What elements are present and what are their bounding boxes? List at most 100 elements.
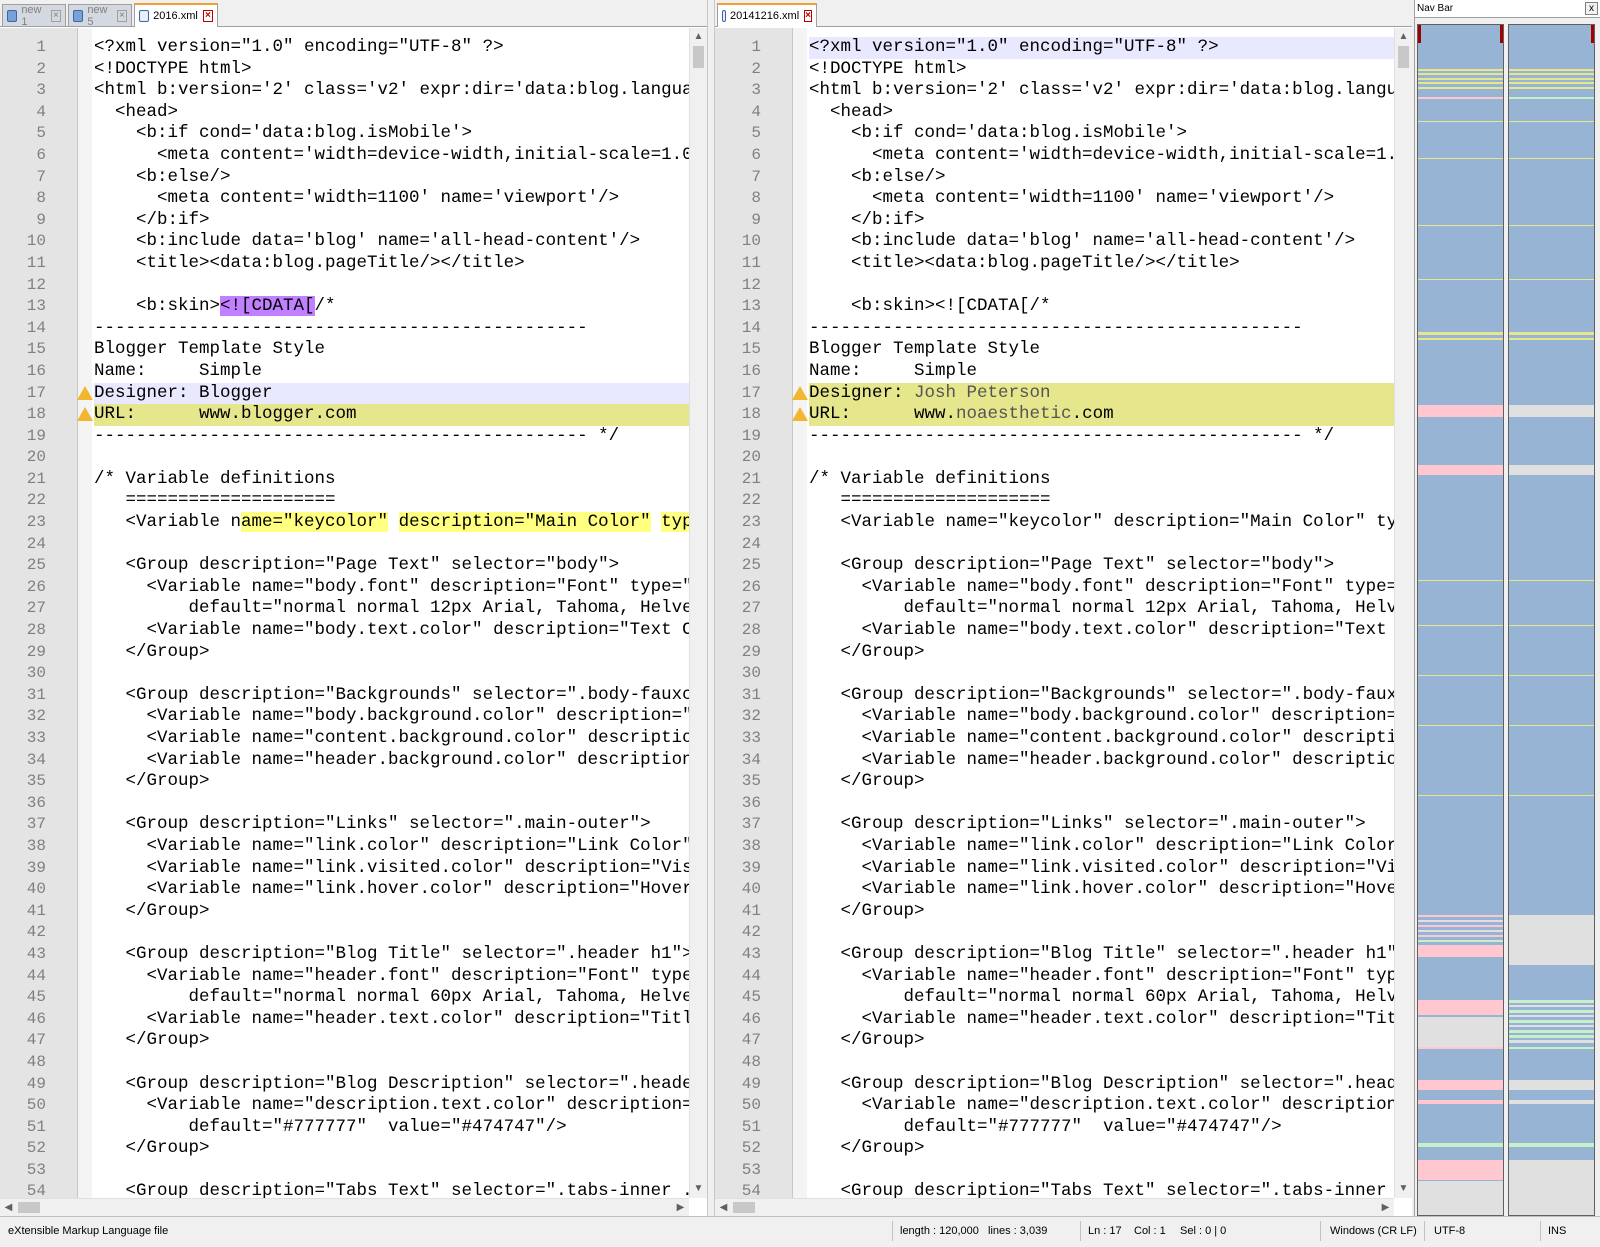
code-line[interactable]: 30 <box>0 663 689 685</box>
code-line[interactable]: 16 Name: Simple <box>715 361 1394 383</box>
code-line[interactable]: 44 <Variable name="header.font" descript… <box>715 966 1394 988</box>
viewport-marker[interactable] <box>1418 25 1421 43</box>
code-line[interactable]: 9 </b:if> <box>715 210 1394 232</box>
scroll-up-icon[interactable]: ▲ <box>1395 28 1412 46</box>
code-line[interactable]: 6 <meta content='width=device-width,init… <box>715 145 1394 167</box>
code-line[interactable]: 23 <Variable name="keycolor" description… <box>0 512 689 534</box>
left-horizontal-scrollbar[interactable]: ◀ ▶ <box>0 1198 689 1216</box>
code-line[interactable]: 42 <box>0 922 689 944</box>
tab-new-1[interactable]: new 1 × <box>2 4 66 28</box>
code-line[interactable]: 29 </Group> <box>0 642 689 664</box>
left-vertical-scrollbar[interactable]: ▲ ▼ <box>689 28 707 1198</box>
code-line[interactable]: 40 <Variable name="link.hover.color" des… <box>715 879 1394 901</box>
code-line[interactable]: 31 <Group description="Backgrounds" sele… <box>715 685 1394 707</box>
code-line[interactable]: 4 <head> <box>715 102 1394 124</box>
code-line[interactable]: 54 <Group description="Tabs Text" select… <box>715 1181 1394 1198</box>
right-code-lines[interactable]: 1 <?xml version="1.0" encoding="UTF-8" ?>… <box>715 37 1394 1198</box>
code-line[interactable]: 16 Name: Simple <box>0 361 689 383</box>
nav-bar-left-overview[interactable] <box>1417 24 1504 1216</box>
code-line[interactable]: 15 Blogger Template Style <box>715 339 1394 361</box>
code-line[interactable]: 46 <Variable name="header.text.color" de… <box>715 1009 1394 1031</box>
code-line[interactable]: 27 default="normal normal 12px Arial, Ta… <box>0 598 689 620</box>
nav-bar-right-overview[interactable] <box>1508 24 1595 1216</box>
code-line[interactable]: 45 default="normal normal 60px Arial, Ta… <box>715 987 1394 1009</box>
code-line[interactable]: 42 <box>715 922 1394 944</box>
code-line[interactable]: 36 <box>0 793 689 815</box>
code-line[interactable]: 44 <Variable name="header.font" descript… <box>0 966 689 988</box>
code-line[interactable]: 53 <box>715 1160 1394 1182</box>
code-line[interactable]: 29 </Group> <box>715 642 1394 664</box>
code-line[interactable]: 49 <Group description="Blog Description"… <box>715 1074 1394 1096</box>
code-line[interactable]: 20 <box>0 447 689 469</box>
code-line[interactable]: 39 <Variable name="link.visited.color" d… <box>0 858 689 880</box>
code-line[interactable]: 26 <Variable name="body.font" descriptio… <box>0 577 689 599</box>
right-code-area[interactable]: 1 <?xml version="1.0" encoding="UTF-8" ?>… <box>715 28 1412 1198</box>
code-line[interactable]: 33 <Variable name="content.background.co… <box>0 728 689 750</box>
code-line[interactable]: 24 <box>0 534 689 556</box>
close-icon[interactable]: × <box>50 9 62 22</box>
close-icon[interactable]: × <box>202 10 213 22</box>
code-line[interactable]: 8 <meta content='width=1100' name='viewp… <box>0 188 689 210</box>
code-line[interactable]: 40 <Variable name="link.hover.color" des… <box>0 879 689 901</box>
scroll-right-icon[interactable]: ▶ <box>1377 1199 1394 1216</box>
right-horizontal-scrollbar[interactable]: ◀ ▶ <box>715 1198 1394 1216</box>
code-line[interactable]: 13 <b:skin><![CDATA[/* <box>0 296 689 318</box>
code-line[interactable]: 43 <Group description="Blog Title" selec… <box>715 944 1394 966</box>
code-line[interactable]: 9 </b:if> <box>0 210 689 232</box>
viewport-marker[interactable] <box>1591 25 1594 43</box>
code-line[interactable]: 27 default="normal normal 12px Arial, Ta… <box>715 598 1394 620</box>
code-line[interactable]: 11 <title><data:blog.pageTitle/></title> <box>715 253 1394 275</box>
code-line[interactable]: 34 <Variable name="header.background.col… <box>715 750 1394 772</box>
left-code-lines[interactable]: 1 <?xml version="1.0" encoding="UTF-8" ?>… <box>0 37 689 1198</box>
scroll-thumb[interactable] <box>1398 46 1409 68</box>
code-line[interactable]: 41 </Group> <box>0 901 689 923</box>
code-line[interactable]: 18 URL: www.noaesthetic.com <box>715 404 1394 426</box>
code-line[interactable]: 1 <?xml version="1.0" encoding="UTF-8" ?> <box>0 37 689 59</box>
code-line[interactable]: 3 <html b:version='2' class='v2' expr:dir… <box>715 80 1394 102</box>
viewport-marker[interactable] <box>1500 25 1503 43</box>
code-line[interactable]: 32 <Variable name="body.background.color… <box>0 706 689 728</box>
code-line[interactable]: 35 </Group> <box>0 771 689 793</box>
code-line[interactable]: 7 <b:else/> <box>715 167 1394 189</box>
code-line[interactable]: 20 <box>715 447 1394 469</box>
code-line[interactable]: 46 <Variable name="header.text.color" de… <box>0 1009 689 1031</box>
code-line[interactable]: 39 <Variable name="link.visited.color" d… <box>715 858 1394 880</box>
code-line[interactable]: 31 <Group description="Backgrounds" sele… <box>0 685 689 707</box>
code-line[interactable]: 30 <box>715 663 1394 685</box>
tab-2016-xml[interactable]: 2016.xml × <box>134 3 218 27</box>
code-line[interactable]: 41 </Group> <box>715 901 1394 923</box>
code-line[interactable]: 17 Designer: Josh Peterson <box>715 382 1394 405</box>
code-line[interactable]: 37 <Group description="Links" selector="… <box>715 814 1394 836</box>
code-line[interactable]: 11 <title><data:blog.pageTitle/></title> <box>0 253 689 275</box>
close-icon[interactable]: × <box>804 10 812 22</box>
code-line[interactable]: 50 <Variable name="description.text.colo… <box>715 1095 1394 1117</box>
code-line[interactable]: 21 /* Variable definitions <box>715 469 1394 491</box>
scroll-down-icon[interactable]: ▼ <box>690 1180 707 1198</box>
code-line[interactable]: 10 <b:include data='blog' name='all-head… <box>715 231 1394 253</box>
code-line[interactable]: 50 <Variable name="description.text.colo… <box>0 1095 689 1117</box>
code-line[interactable]: 17 Designer: Blogger <box>0 382 689 405</box>
scroll-thumb[interactable] <box>693 46 704 68</box>
scroll-up-icon[interactable]: ▲ <box>690 28 707 46</box>
scroll-left-icon[interactable]: ◀ <box>715 1199 732 1216</box>
code-line[interactable]: 21 /* Variable definitions <box>0 469 689 491</box>
right-vertical-scrollbar[interactable]: ▲ ▼ <box>1394 28 1412 1198</box>
scroll-thumb[interactable] <box>18 1202 40 1213</box>
code-line[interactable]: 38 <Variable name="link.color" descripti… <box>715 836 1394 858</box>
close-icon[interactable]: × <box>116 9 128 22</box>
tab-new-5[interactable]: new 5 × <box>68 4 132 28</box>
code-line[interactable]: 14 --------------------------------------… <box>715 318 1394 340</box>
code-line[interactable]: 45 default="normal normal 60px Arial, Ta… <box>0 987 689 1009</box>
code-line[interactable]: 47 </Group> <box>715 1030 1394 1052</box>
code-line[interactable]: 52 </Group> <box>0 1138 689 1160</box>
code-line[interactable]: 4 <head> <box>0 102 689 124</box>
code-line[interactable]: 36 <box>715 793 1394 815</box>
scroll-right-icon[interactable]: ▶ <box>672 1199 689 1216</box>
code-line[interactable]: 54 <Group description="Tabs Text" select… <box>0 1181 689 1198</box>
code-line[interactable]: 25 <Group description="Page Text" select… <box>715 555 1394 577</box>
scroll-thumb[interactable] <box>733 1202 755 1213</box>
code-line[interactable]: 13 <b:skin><![CDATA[/* <box>715 296 1394 318</box>
close-icon[interactable]: x <box>1585 2 1598 15</box>
code-line[interactable]: 35 </Group> <box>715 771 1394 793</box>
code-line[interactable]: 12 <box>715 275 1394 297</box>
